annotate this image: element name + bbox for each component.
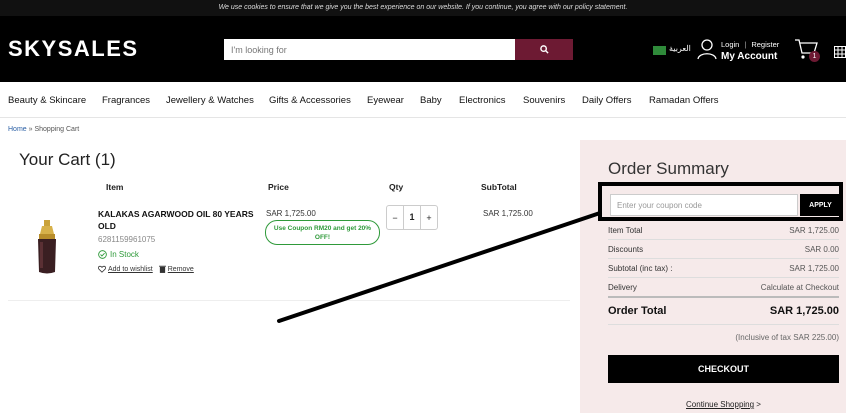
- user-icon[interactable]: [696, 38, 718, 60]
- nav-jewellery-watches[interactable]: Jewellery & Watches: [166, 95, 254, 106]
- item-actions: Add to wishlist Remove: [98, 265, 194, 273]
- summary-value: SAR 1,725.00: [789, 226, 839, 235]
- tax-note: (Inclusive of tax SAR 225.00): [735, 333, 839, 342]
- nav-daily-offers[interactable]: Daily Offers: [582, 95, 631, 106]
- grid-menu-icon[interactable]: [834, 46, 846, 58]
- summary-label: Discounts: [608, 245, 644, 254]
- checkout-button[interactable]: CHECKOUT: [608, 355, 839, 383]
- order-total-row: Order Total SAR 1,725.00: [608, 305, 839, 317]
- category-nav: Beauty & Skincare Fragrances Jewellery &…: [0, 82, 846, 118]
- site-logo[interactable]: SKYSALES: [8, 36, 139, 62]
- continue-shopping[interactable]: Continue Shopping >: [608, 400, 839, 409]
- qty-increase-button[interactable]: +: [421, 213, 437, 223]
- continue-arrow: >: [754, 400, 761, 409]
- breadcrumb-current: » Shopping Cart: [26, 126, 80, 133]
- summary-row-subtotal: Subtotal (inc tax) : SAR 1,725.00: [608, 264, 839, 273]
- wishlist-action[interactable]: Add to wishlist: [98, 265, 153, 273]
- my-account-link[interactable]: My Account: [721, 51, 777, 62]
- summary-value: Calculate at Checkout: [760, 283, 839, 292]
- coupon-box: APPLY: [598, 182, 843, 221]
- summary-row-discounts: Discounts SAR 0.00: [608, 245, 839, 254]
- nav-gifts-accessories[interactable]: Gifts & Accessories: [269, 95, 351, 106]
- summary-label: Delivery: [608, 283, 637, 292]
- remove-action[interactable]: Remove: [158, 265, 194, 273]
- search-button[interactable]: [515, 39, 573, 60]
- summary-divider: [608, 258, 839, 259]
- coupon-input[interactable]: [610, 194, 798, 216]
- heart-icon: [98, 265, 106, 273]
- order-summary-panel: Order Summary APPLY Item Total SAR 1,725.…: [580, 140, 846, 413]
- summary-divider: [608, 296, 839, 298]
- column-header-price: Price: [268, 182, 289, 192]
- nav-fragrances[interactable]: Fragrances: [102, 95, 150, 106]
- row-divider: [8, 300, 570, 301]
- column-header-item: Item: [106, 182, 124, 192]
- add-to-wishlist-link[interactable]: Add to wishlist: [108, 266, 153, 273]
- nav-beauty-skincare[interactable]: Beauty & Skincare: [8, 95, 86, 106]
- column-header-subtotal: SubTotal: [481, 182, 517, 192]
- nav-baby[interactable]: Baby: [420, 95, 442, 106]
- nav-eyewear[interactable]: Eyewear: [367, 95, 404, 106]
- summary-row-item-total: Item Total SAR 1,725.00: [608, 226, 839, 235]
- summary-label: Item Total: [608, 226, 643, 235]
- stock-label: In Stock: [110, 250, 139, 259]
- saudi-flag-icon[interactable]: [653, 46, 666, 55]
- apply-coupon-button[interactable]: APPLY: [800, 194, 841, 216]
- register-link[interactable]: Register: [751, 40, 779, 49]
- nav-electronics[interactable]: Electronics: [459, 95, 505, 106]
- summary-divider: [608, 239, 839, 240]
- cookie-notice: We use cookies to ensure that we give yo…: [0, 0, 846, 16]
- breadcrumb: Home » Shopping Cart: [8, 126, 79, 133]
- summary-divider: [608, 324, 839, 325]
- cart-count-badge: 1: [809, 51, 820, 62]
- qty-value[interactable]: 1: [403, 206, 421, 229]
- nav-ramadan-offers[interactable]: Ramadan Offers: [649, 95, 719, 106]
- language-switch[interactable]: العربية: [669, 44, 691, 53]
- trash-icon: [158, 265, 166, 273]
- site-header: SKYSALES العربية Login | Register My Accou…: [0, 16, 846, 82]
- order-total-value: SAR 1,725.00: [769, 305, 839, 317]
- order-summary-title: Order Summary: [608, 159, 729, 178]
- stock-status: In Stock: [98, 250, 139, 259]
- product-image[interactable]: [34, 220, 60, 275]
- product-sku: 6281159961075: [98, 235, 156, 244]
- login-link[interactable]: Login: [721, 40, 739, 49]
- coupon-promo-badge: Use Coupon RM20 and get 20% OFF!: [265, 220, 380, 245]
- continue-shopping-link[interactable]: Continue Shopping: [686, 400, 754, 409]
- search-icon: [539, 45, 549, 54]
- breadcrumb-home[interactable]: Home: [8, 126, 27, 133]
- summary-label: Subtotal (inc tax) :: [608, 264, 673, 273]
- column-header-qty: Qty: [389, 182, 404, 192]
- item-price: SAR 1,725.00: [266, 209, 316, 218]
- login-separator: |: [744, 40, 747, 49]
- nav-souvenirs[interactable]: Souvenirs: [523, 95, 565, 106]
- quantity-stepper: − 1 +: [386, 205, 438, 230]
- cart-title: Your Cart (1): [19, 150, 116, 169]
- login-register: Login | Register: [721, 40, 779, 49]
- qty-decrease-button[interactable]: −: [387, 213, 403, 223]
- remove-link[interactable]: Remove: [168, 266, 194, 273]
- summary-value: SAR 1,725.00: [789, 264, 839, 273]
- check-circle-icon: [98, 250, 107, 259]
- summary-row-delivery: Delivery Calculate at Checkout: [608, 283, 839, 292]
- product-name[interactable]: KALAKAS AGARWOOD OIL 80 YEARS OLD: [98, 208, 258, 232]
- summary-value: SAR 0.00: [804, 245, 839, 254]
- item-subtotal: SAR 1,725.00: [483, 209, 533, 218]
- order-total-label: Order Total: [608, 305, 667, 317]
- search-input[interactable]: [224, 39, 516, 60]
- summary-divider: [608, 277, 839, 278]
